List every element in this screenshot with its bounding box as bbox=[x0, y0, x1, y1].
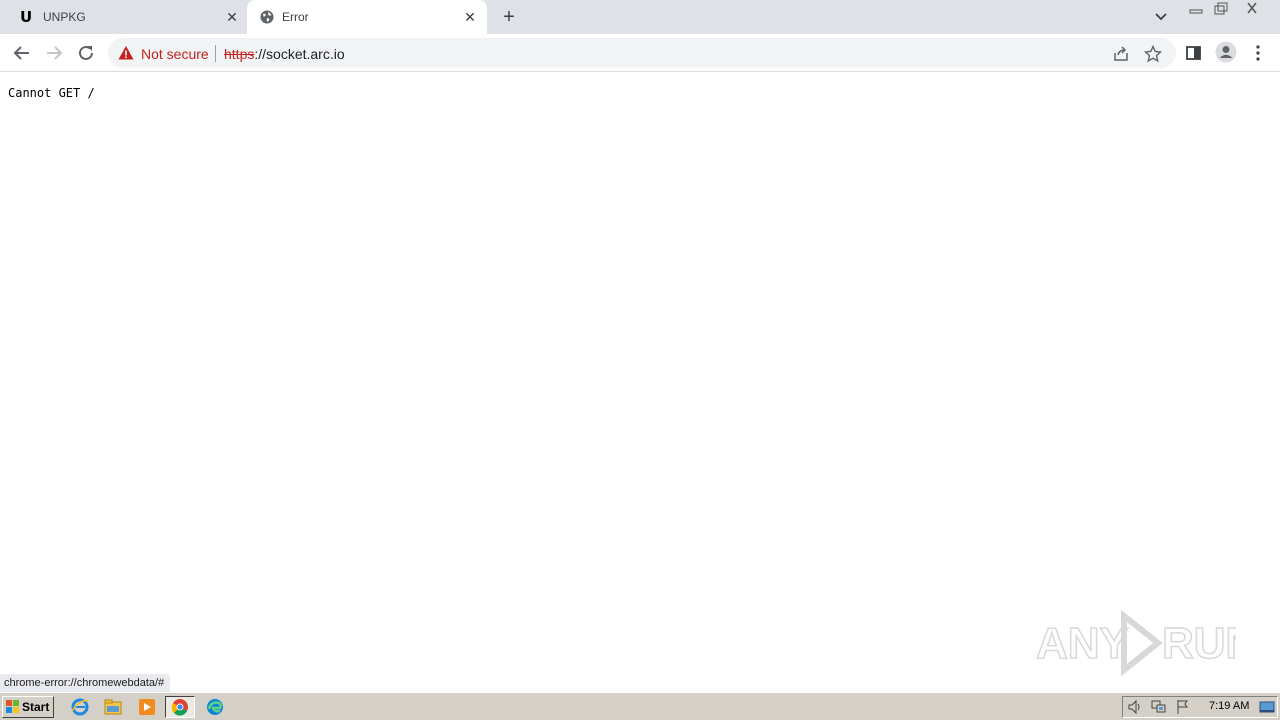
side-panel-icon[interactable] bbox=[1184, 43, 1204, 63]
start-label: Start bbox=[22, 700, 50, 714]
url-host: ://socket.arc.io bbox=[254, 46, 345, 62]
start-button[interactable]: Start bbox=[2, 696, 54, 718]
forward-button[interactable] bbox=[42, 41, 66, 65]
speaker-icon[interactable] bbox=[1127, 699, 1143, 715]
action-center-flag-icon[interactable] bbox=[1175, 699, 1191, 715]
show-desktop-icon[interactable] bbox=[1259, 699, 1275, 715]
share-icon[interactable] bbox=[1112, 45, 1130, 63]
bookmark-star-icon[interactable] bbox=[1143, 44, 1163, 63]
media-player-icon[interactable] bbox=[137, 697, 157, 717]
minimize-button[interactable] bbox=[1184, 1, 1208, 17]
back-button[interactable] bbox=[10, 41, 34, 65]
tab-unpkg[interactable]: U UNPKG ✕ bbox=[0, 0, 246, 34]
close-tab-icon[interactable]: ✕ bbox=[223, 8, 241, 26]
browser-toolbar: Not secure https://socket.arc.io bbox=[0, 34, 1280, 72]
close-window-button[interactable] bbox=[1240, 1, 1264, 17]
address-bar[interactable]: Not secure https://socket.arc.io bbox=[108, 38, 1176, 68]
new-tab-button[interactable]: + bbox=[499, 7, 519, 27]
system-tray: 7:19 AM bbox=[1122, 696, 1278, 718]
taskbar: Start 7:19 AM bbox=[0, 692, 1280, 720]
svg-text:ANY: ANY bbox=[1036, 619, 1129, 668]
anyrun-watermark-logo: ANY RUN bbox=[1035, 608, 1258, 678]
status-bar-url: chrome-error://chromewebdata/# bbox=[0, 674, 171, 692]
tab-title: Error bbox=[282, 10, 309, 24]
unpkg-favicon-icon: U bbox=[20, 8, 33, 26]
warning-icon[interactable] bbox=[118, 45, 134, 61]
globe-icon bbox=[260, 10, 274, 24]
tab-strip: U UNPKG ✕ Error ✕ + bbox=[0, 0, 1280, 34]
network-icon[interactable] bbox=[1151, 699, 1167, 715]
tab-title: UNPKG bbox=[43, 10, 86, 24]
profile-avatar-icon[interactable] bbox=[1215, 41, 1237, 63]
edge-icon[interactable] bbox=[205, 697, 225, 717]
file-explorer-icon[interactable] bbox=[103, 697, 123, 717]
tab-search-chevron-icon[interactable] bbox=[1152, 9, 1170, 25]
error-message: Cannot GET / bbox=[8, 86, 95, 100]
page-content: Cannot GET / ANY RUN chrome-error://chro… bbox=[0, 72, 1280, 692]
chrome-icon[interactable] bbox=[165, 696, 195, 718]
restore-button[interactable] bbox=[1208, 1, 1232, 17]
close-tab-icon[interactable]: ✕ bbox=[461, 8, 479, 26]
internet-explorer-icon[interactable] bbox=[70, 697, 90, 717]
clock[interactable]: 7:19 AM bbox=[1209, 700, 1249, 712]
tab-error[interactable]: Error ✕ bbox=[247, 0, 487, 34]
svg-text:RUN: RUN bbox=[1162, 619, 1236, 668]
url-scheme: https bbox=[224, 46, 255, 62]
url-text[interactable]: https://socket.arc.io bbox=[224, 46, 345, 62]
windows-flag-icon bbox=[6, 700, 20, 714]
more-menu-icon[interactable] bbox=[1250, 43, 1266, 63]
reload-button[interactable] bbox=[74, 41, 98, 65]
not-secure-label[interactable]: Not secure bbox=[141, 46, 209, 62]
separator bbox=[215, 45, 216, 62]
